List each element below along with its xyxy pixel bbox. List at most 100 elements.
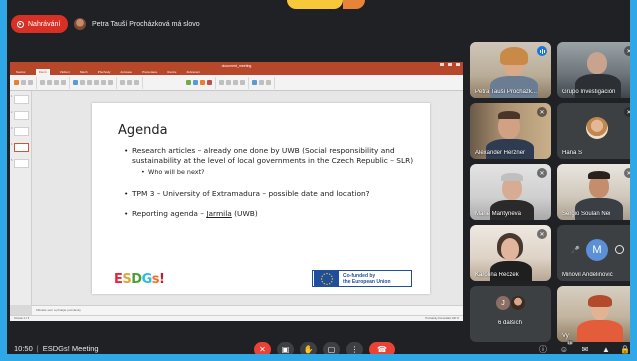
participant-name: Minovil Andelinović xyxy=(562,272,613,278)
raise-hand-button[interactable]: ✋ xyxy=(300,342,317,357)
participant-tile[interactable]: ✕ Hana Š xyxy=(557,103,637,159)
activities-icon[interactable]: ▲ xyxy=(601,344,611,354)
more-vert-icon: ⋮ xyxy=(350,345,359,354)
ppt-tab[interactable]: Animace xyxy=(120,70,132,74)
slide-bullet: Reporting agenda – Jarmila (UWB) xyxy=(124,209,414,219)
notes-pane[interactable]: Klikněte sem a přidejte poznámky xyxy=(32,305,463,315)
ppt-tab[interactable]: Návrh xyxy=(80,70,88,74)
ppt-tab[interactable]: Soubor xyxy=(16,70,26,74)
hand-icon: ✋ xyxy=(303,345,314,354)
ppt-tab[interactable]: Vložení xyxy=(60,70,70,74)
ppt-tab[interactable]: Prezentace xyxy=(142,70,157,74)
participant-tile[interactable]: ✕ Marie Mantyneva xyxy=(470,164,551,220)
participant-tile-group[interactable]: J 6 dalších xyxy=(470,286,551,342)
participant-tile[interactable]: ✕ Sergio Soulan Nei xyxy=(557,164,637,220)
speaking-icon xyxy=(537,46,547,56)
eu-flag-icon xyxy=(314,271,339,286)
ppt-tab-active[interactable]: Domů xyxy=(35,69,50,75)
esdgs-logo: ESDGs! xyxy=(114,272,165,287)
participant-name: Sergio Soulan Nei xyxy=(562,211,611,217)
people-count-badge: 16 xyxy=(566,340,573,345)
ppt-ribbon xyxy=(10,75,463,91)
more-options-icon[interactable] xyxy=(615,245,624,254)
slide-thumb[interactable] xyxy=(14,159,29,168)
hangup-icon: ☎ xyxy=(377,345,387,354)
participant-avatar xyxy=(586,117,608,139)
camera-toggle-button[interactable]: ▣ xyxy=(277,342,294,357)
speaker-avatar xyxy=(74,18,86,30)
recording-indicator[interactable]: Nahrávání xyxy=(11,15,69,33)
active-speaker-notice: Petra Tauší Procházková má slovo xyxy=(70,15,210,33)
speaker-text: Petra Tauší Procházková má slovo xyxy=(92,20,200,28)
slide-thumb-selected[interactable] xyxy=(14,143,29,152)
agenda-slide: Agenda Research articles – already one d… xyxy=(92,103,430,294)
participant-tile[interactable]: ✕ Alexander Herzner xyxy=(470,103,551,159)
slide-title: Agenda xyxy=(118,123,168,138)
meeting-controls-bar: 10:50 | ESDGs! Meeting ✕ ▣ ✋ ▢ ⋮ ☎ ⓘ ☺ 16… xyxy=(0,337,637,361)
ppt-status-bar: Snímek 4 z 5 Poznámky Komentáře 100 % xyxy=(10,315,463,321)
shared-screen[interactable]: document_meeting Soubor Domů Vložení Náv… xyxy=(10,62,463,321)
ppt-tab[interactable]: Revize xyxy=(167,70,176,74)
mic-off-icon: ✕ xyxy=(537,168,547,178)
mic-off-icon: ✕ xyxy=(624,168,634,178)
participant-name: Karolina Reczek xyxy=(475,272,519,278)
separator: | xyxy=(36,344,39,353)
self-tile[interactable]: Vy xyxy=(557,286,637,342)
mic-off-icon: ✕ xyxy=(624,46,634,56)
slide-bullet: TPM 3 – University of Extramadura – poss… xyxy=(124,189,414,199)
meeting-name: ESDGs! Meeting xyxy=(42,344,99,353)
leave-call-button[interactable]: ☎ xyxy=(369,342,395,357)
mic-off-icon: ✕ xyxy=(537,107,547,117)
reporting-name: Jarmila xyxy=(206,209,232,218)
record-icon xyxy=(17,20,24,28)
participant-avatar: J xyxy=(496,296,510,310)
participant-name: Marie Mantyneva xyxy=(475,211,522,217)
top-banner-orange xyxy=(343,0,365,9)
participant-tile[interactable]: M 🎤 Minovil Andelinović xyxy=(557,225,637,281)
slide-bullet-tail: (UWB) xyxy=(231,209,258,218)
clock: 10:50 xyxy=(14,344,33,353)
mic-off-icon: ✕ xyxy=(259,345,266,354)
mic-toggle-button[interactable]: ✕ xyxy=(254,342,271,357)
slide-bullet-list: Research articles – already one done by … xyxy=(124,146,414,229)
window-controls xyxy=(440,63,460,66)
mic-off-icon: ✕ xyxy=(537,229,547,239)
participant-avatar: M xyxy=(586,239,608,261)
participant-tile[interactable]: ✕ Karolina Reczek xyxy=(470,225,551,281)
camera-icon: ▣ xyxy=(281,345,290,354)
ppt-tab[interactable]: Přechody xyxy=(98,70,111,74)
mic-off-icon: 🎤 xyxy=(571,247,580,254)
people-icon[interactable]: ☺ 16 xyxy=(559,340,573,354)
slide-bullet: Research articles – already one done by … xyxy=(124,146,414,177)
participant-tile[interactable]: ✕ Grupo Investigación xyxy=(557,42,637,98)
top-banner-yellow xyxy=(287,0,343,9)
ppt-title-bar: document_meeting xyxy=(10,62,463,69)
mic-off-icon: ✕ xyxy=(624,107,634,117)
slide-thumbnails[interactable]: 1 2 3 4 5 xyxy=(10,91,32,305)
slide-thumb[interactable] xyxy=(14,111,29,120)
chat-icon[interactable]: ✉ xyxy=(580,344,590,354)
participant-avatar xyxy=(511,296,525,310)
present-icon: ▢ xyxy=(327,345,336,354)
slide-sub-bullet: Who will be next? xyxy=(132,167,414,177)
eu-cofunded-logo: Co-funded by the European Union xyxy=(312,270,412,287)
participant-name: Petra Tauší Procházk... xyxy=(475,89,537,95)
slide-canvas: Agenda Research articles – already one d… xyxy=(32,91,463,305)
participant-tile[interactable]: Petra Tauší Procházk... xyxy=(470,42,551,98)
recording-label: Nahrávání xyxy=(28,20,61,28)
eu-text: Co-funded by the European Union xyxy=(343,272,391,285)
participant-name: Hana Š xyxy=(562,150,583,156)
more-options-button[interactable]: ⋮ xyxy=(346,342,363,357)
lock-icon[interactable]: 🔒 xyxy=(620,344,630,354)
info-icon[interactable]: ⓘ xyxy=(538,344,548,354)
participant-name: Grupo Investigación xyxy=(562,89,616,95)
ppt-window-title: document_meeting xyxy=(221,63,252,68)
ppt-tab[interactable]: Zobrazení xyxy=(186,70,200,74)
slide-bullet-text: Research articles – already one done by … xyxy=(132,146,414,165)
slide-thumb[interactable] xyxy=(14,127,29,136)
slide-bullet-text: Reporting agenda – xyxy=(132,209,207,218)
slide-thumb[interactable] xyxy=(14,95,29,104)
participant-name: Alexander Herzner xyxy=(475,150,526,156)
present-button[interactable]: ▢ xyxy=(323,342,340,357)
slide-counter: Snímek 4 z 5 xyxy=(14,317,30,320)
